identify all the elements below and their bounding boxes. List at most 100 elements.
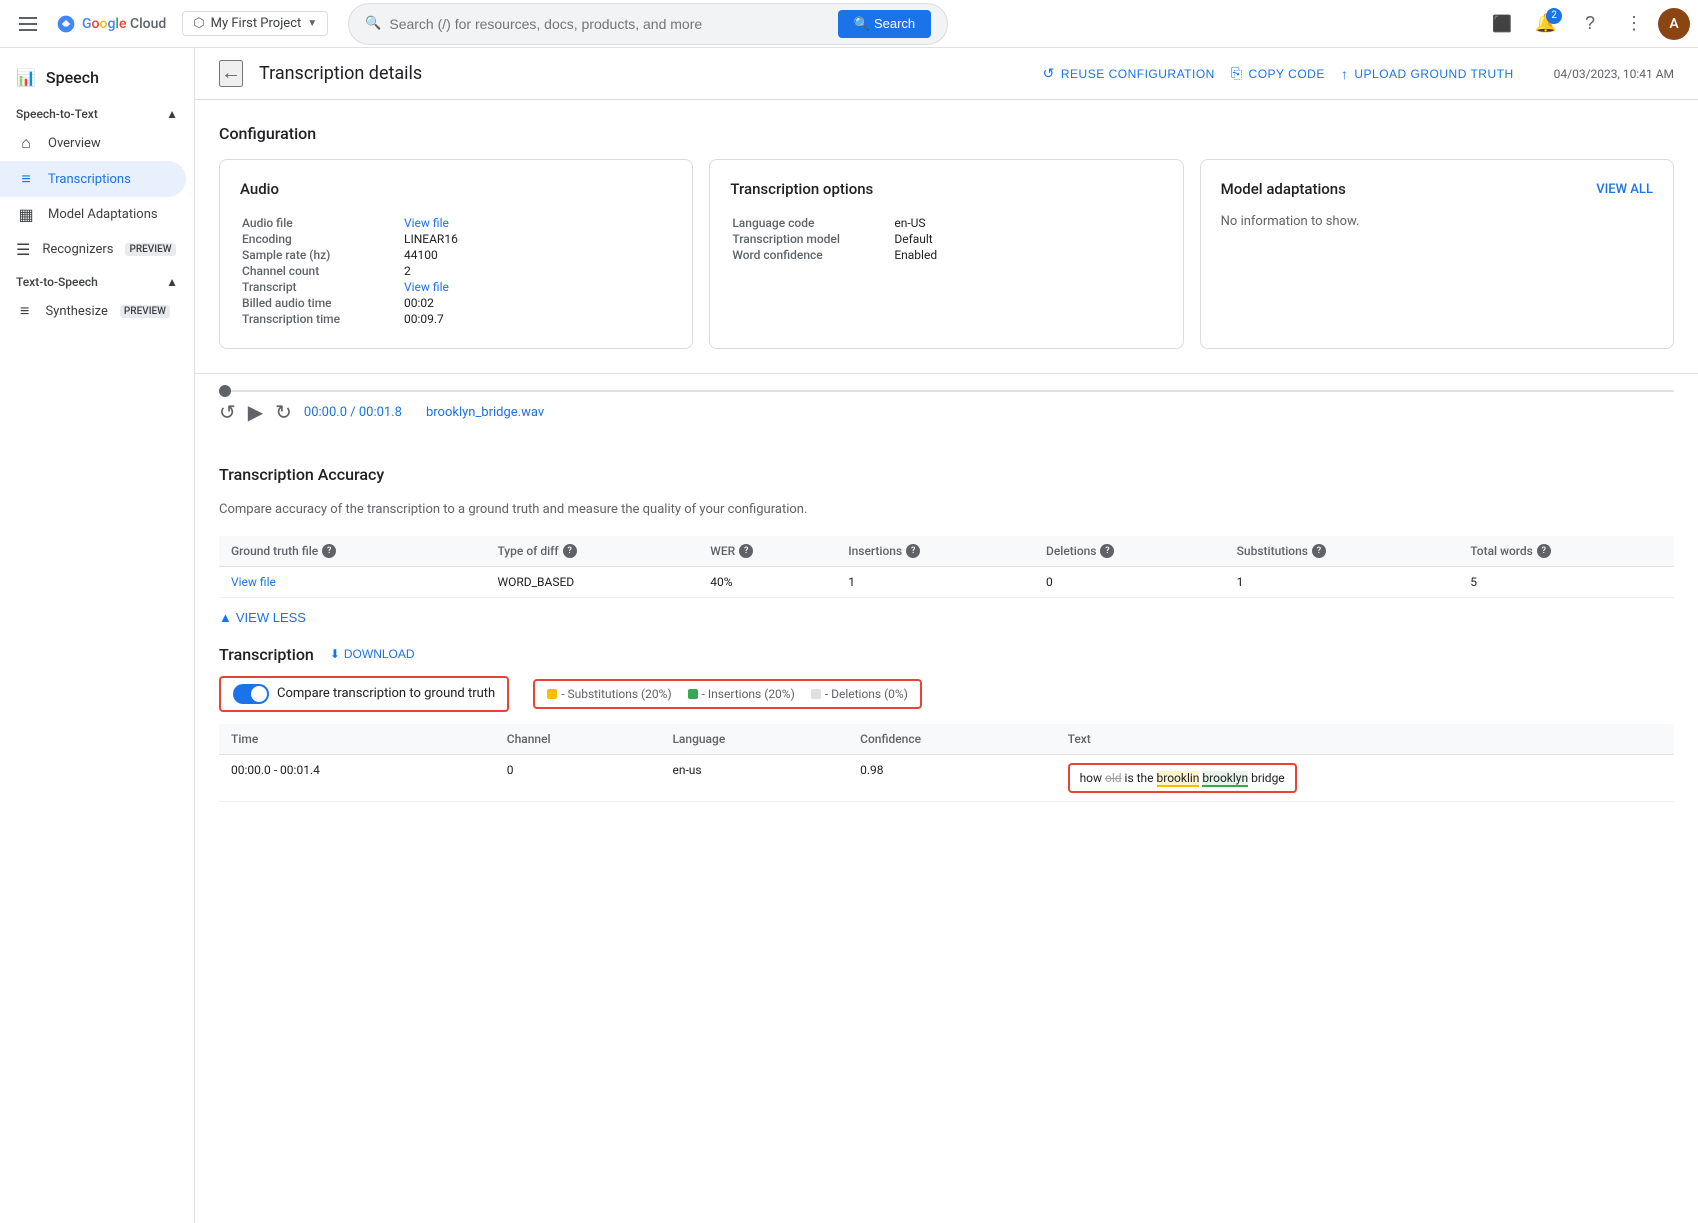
word-old-struck: old	[1105, 771, 1122, 785]
view-less-chevron-icon: ▲	[219, 610, 232, 625]
audio-card-title: Audio	[240, 180, 672, 198]
sidebar-item-overview[interactable]: ⌂ Overview	[0, 125, 186, 161]
download-icon: ⬇	[330, 647, 340, 661]
config-row-sample-rate: Sample rate (hz) 44100	[242, 248, 670, 262]
logo-text: Google Cloud	[82, 16, 166, 32]
deletions-help-icon[interactable]: ?	[1100, 544, 1114, 558]
copy-code-label: COPY CODE	[1249, 67, 1325, 81]
audio-file-link[interactable]: View file	[404, 216, 449, 230]
upload-icon: ↑	[1341, 66, 1349, 82]
th-deletions: Deletions ?	[1034, 536, 1225, 567]
transcriptions-icon: ≡	[16, 169, 36, 189]
notifications-button[interactable]: 🔔 2	[1526, 4, 1566, 44]
model-adaptations-title: Model adaptations VIEW ALL	[1221, 180, 1653, 198]
page-title: Transcription details	[259, 63, 1027, 84]
config-row-trans-time: Transcription time 00:09.7	[242, 312, 670, 326]
play-button[interactable]: ▶	[248, 400, 263, 425]
legend-insertions-label: - Insertions (20%)	[702, 687, 795, 701]
audio-controls: ↺ ▶ ↻ 00:00.0 / 00:01.8 brooklyn_bridge.…	[219, 400, 1674, 425]
top-nav-right: ⬛ 🔔 2 ? ⋮ A	[1482, 4, 1690, 44]
upload-ground-truth-button[interactable]: ↑ UPLOAD GROUND TRUTH	[1341, 66, 1514, 82]
view-all-link[interactable]: VIEW ALL	[1596, 182, 1653, 197]
speech-product-icon: 📊	[16, 68, 36, 87]
config-row-channel-count: Channel count 2	[242, 264, 670, 278]
project-selector[interactable]: ⬡ My First Project ▼	[182, 11, 328, 36]
terminal-button[interactable]: ⬛	[1482, 4, 1522, 44]
progress-track[interactable]	[219, 390, 1674, 392]
th-ground-truth: Ground truth file ?	[219, 536, 485, 567]
transcript-link[interactable]: View file	[404, 280, 449, 294]
sidebar-label-synthesize: Synthesize	[45, 304, 107, 319]
type-diff-help-icon[interactable]: ?	[563, 544, 577, 558]
th-wer: WER ?	[698, 536, 836, 567]
back-button[interactable]: ←	[219, 60, 243, 87]
audio-filename[interactable]: brooklyn_bridge.wav	[426, 405, 544, 420]
compare-row: Compare transcription to ground truth - …	[219, 676, 1674, 712]
main-content: ← Transcription details ↺ REUSE CONFIGUR…	[195, 48, 1698, 1223]
accuracy-section-title: Transcription Accuracy	[219, 465, 1674, 484]
no-info-text: No information to show.	[1221, 214, 1653, 229]
wer-help-icon[interactable]: ?	[739, 544, 753, 558]
th-total-words: Total words ?	[1458, 536, 1674, 567]
fast-forward-button[interactable]: ↻	[275, 400, 292, 425]
insertions-help-icon[interactable]: ?	[906, 544, 920, 558]
progress-thumb[interactable]	[219, 385, 231, 397]
tts-section-collapse-icon: ▲	[166, 275, 178, 289]
copy-code-button[interactable]: ⎘ COPY CODE	[1231, 65, 1325, 82]
legend-substitutions: - Substitutions (20%)	[547, 687, 671, 701]
legend-deletions: - Deletions (0%)	[811, 687, 908, 701]
sidebar-item-synthesize[interactable]: ≡ Synthesize PREVIEW	[0, 293, 186, 329]
ground-truth-help-icon[interactable]: ?	[322, 544, 336, 558]
accuracy-description: Compare accuracy of the transcription to…	[219, 500, 1674, 520]
section-collapse-icon: ▲	[166, 107, 178, 121]
sidebar-item-transcriptions[interactable]: ≡ Transcriptions	[0, 161, 186, 197]
synthesize-icon: ≡	[16, 301, 33, 321]
word-brooklyn-insertion: brooklyn	[1202, 771, 1248, 787]
model-adaptations-icon: ▦	[16, 205, 36, 224]
th-substitutions: Substitutions ?	[1225, 536, 1459, 567]
config-row-billed-audio: Billed audio time 00:02	[242, 296, 670, 310]
compare-toggle-switch[interactable]	[233, 684, 269, 704]
trans-confidence: 0.98	[848, 754, 1055, 801]
hamburger-menu[interactable]	[8, 4, 48, 44]
insertions-color-swatch	[688, 689, 698, 699]
content-area: Configuration Audio Audio file View file…	[195, 100, 1698, 826]
th-time: Time	[219, 724, 495, 755]
rewind-button[interactable]: ↺	[219, 400, 236, 425]
search-button-label: Search	[874, 16, 915, 31]
google-cloud-icon	[56, 14, 76, 34]
help-button[interactable]: ?	[1570, 4, 1610, 44]
compare-toggle-box[interactable]: Compare transcription to ground truth	[219, 676, 509, 712]
accuracy-table-row: View file WORD_BASED 40% 1 0 1 5	[219, 566, 1674, 597]
th-insertions: Insertions ?	[836, 536, 1034, 567]
sidebar-section-text-to-speech[interactable]: Text-to-Speech ▲	[0, 267, 194, 293]
notification-count: 2	[1546, 8, 1562, 24]
config-row-transcript: Transcript View file	[242, 280, 670, 294]
sidebar-item-recognizers[interactable]: ☰ Recognizers PREVIEW	[0, 232, 186, 267]
product-nav-item: 📊 Speech	[0, 56, 194, 99]
substitutions-help-icon[interactable]: ?	[1312, 544, 1326, 558]
search-input[interactable]	[389, 16, 833, 32]
synthesize-preview-badge: PREVIEW	[120, 305, 170, 318]
th-confidence: Confidence	[848, 724, 1055, 755]
trans-text-cell: how old is the brooklin brooklyn bridge	[1056, 754, 1674, 801]
download-button[interactable]: ⬇ DOWNLOAD	[330, 647, 415, 661]
config-row-encoding: Encoding LINEAR16	[242, 232, 670, 246]
settings-button[interactable]: ⋮	[1614, 4, 1654, 44]
accuracy-view-file-link[interactable]: View file	[231, 575, 276, 589]
sidebar-item-model-adaptations[interactable]: ▦ Model Adaptations	[0, 197, 186, 232]
audio-player: ↺ ▶ ↻ 00:00.0 / 00:01.8 brooklyn_bridge.…	[195, 373, 1698, 441]
search-button-icon: 🔍	[854, 16, 870, 32]
config-row-audio-file: Audio file View file	[242, 216, 670, 230]
trans-table-row: 00:00.0 - 00:01.4 0 en-us 0.98 how old i…	[219, 754, 1674, 801]
view-less-button[interactable]: ▲ VIEW LESS	[219, 606, 306, 629]
sidebar-section-speech-to-text[interactable]: Speech-to-Text ▲	[0, 99, 194, 125]
transcription-section: Transcription ⬇ DOWNLOAD Compare transcr…	[219, 645, 1674, 802]
toolbar-actions: ↺ REUSE CONFIGURATION ⎘ COPY CODE ↑ UPLO…	[1043, 65, 1514, 82]
total-words-help-icon[interactable]: ?	[1537, 544, 1551, 558]
word-brooklin-substitution: brooklin	[1157, 771, 1200, 787]
reuse-config-button[interactable]: ↺ REUSE CONFIGURATION	[1043, 65, 1215, 82]
deletions-color-swatch	[811, 689, 821, 699]
search-button[interactable]: 🔍 Search	[838, 10, 931, 38]
user-avatar[interactable]: A	[1658, 8, 1690, 40]
